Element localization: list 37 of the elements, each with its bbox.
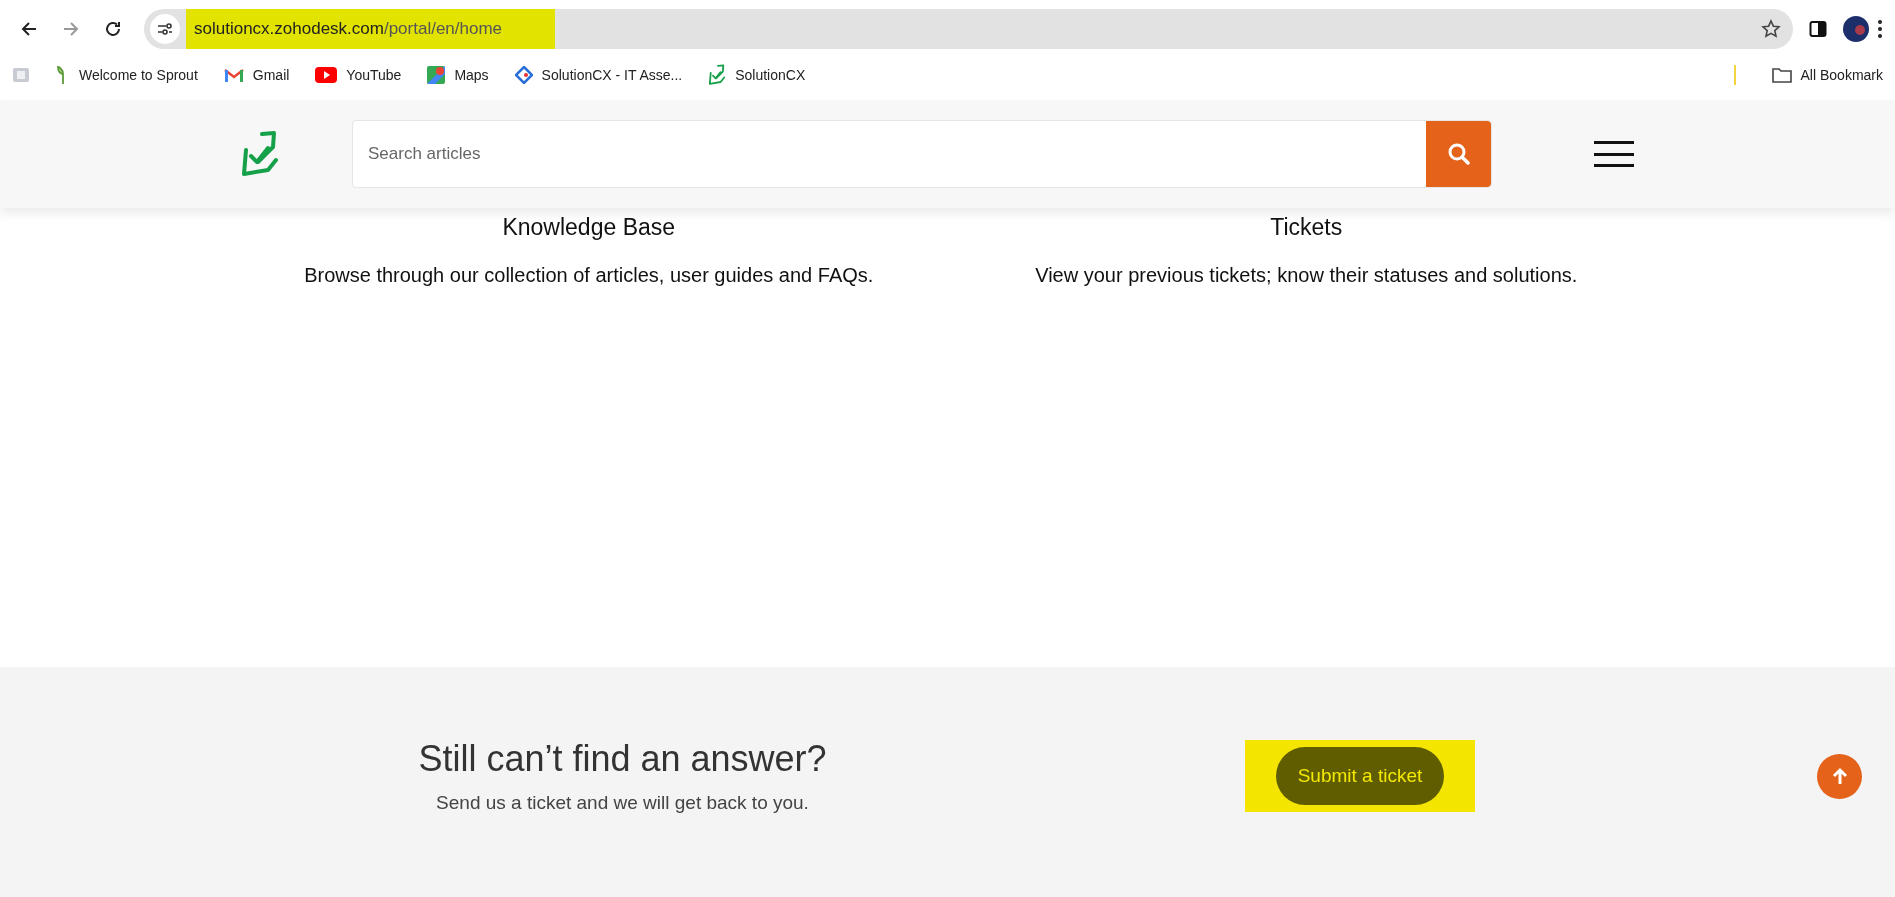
- footer-title: Still can’t find an answer?: [418, 738, 827, 780]
- section-description: Browse through our collection of articles, user guides and FAQs.: [304, 264, 874, 287]
- star-icon[interactable]: [1761, 19, 1781, 39]
- logo-icon: [240, 130, 280, 178]
- back-arrow-icon: [20, 20, 38, 38]
- footer-subtitle: Send us a ticket and we will get back to you.: [436, 792, 809, 814]
- menu-button[interactable]: [1594, 141, 1634, 167]
- search-button[interactable]: [1426, 121, 1491, 187]
- all-bookmarks[interactable]: All Bookmark: [1771, 67, 1883, 83]
- bookmark[interactable]: YouTube: [315, 67, 402, 83]
- bookmark[interactable]: SolutionCX: [708, 64, 806, 86]
- side-panel-icon: [1809, 20, 1827, 38]
- logo-icon: [708, 64, 727, 86]
- reload-icon: [104, 20, 122, 38]
- more-icon[interactable]: [1877, 19, 1883, 39]
- bookmark[interactable]: Maps: [427, 66, 489, 84]
- up-arrow-icon: [1831, 767, 1848, 785]
- url-path: /portal/en/home: [383, 19, 503, 39]
- section-title[interactable]: Knowledge Base: [502, 214, 676, 240]
- search-icon: [1446, 142, 1471, 166]
- forward-arrow-icon: [62, 20, 80, 38]
- avatar[interactable]: [1843, 16, 1869, 42]
- address-bar[interactable]: solutioncx.zohodesk.com/portal/en/home: [144, 9, 1793, 49]
- url-host: solutioncx.zohodesk.com: [194, 19, 384, 39]
- scroll-top-button[interactable]: [1817, 753, 1862, 799]
- map-icon: [427, 66, 446, 84]
- mail-icon: [223, 67, 244, 83]
- bookmark[interactable]: SolutionCX - IT Asse...: [514, 66, 683, 84]
- section-title[interactable]: Tickets: [1270, 214, 1343, 240]
- folder-icon: [1771, 67, 1792, 83]
- play-icon: [315, 67, 338, 83]
- bookmark[interactable]: Gmail: [223, 67, 290, 83]
- bookmark[interactable]: Welcome to Sprout: [56, 65, 198, 85]
- section-description: View your previous tickets; know their statuses and solutions.: [1035, 264, 1578, 287]
- site-settings-icon[interactable]: [150, 14, 180, 44]
- submit-ticket-button[interactable]: Submit a ticket: [1275, 747, 1445, 805]
- diamond-icon: [514, 66, 533, 84]
